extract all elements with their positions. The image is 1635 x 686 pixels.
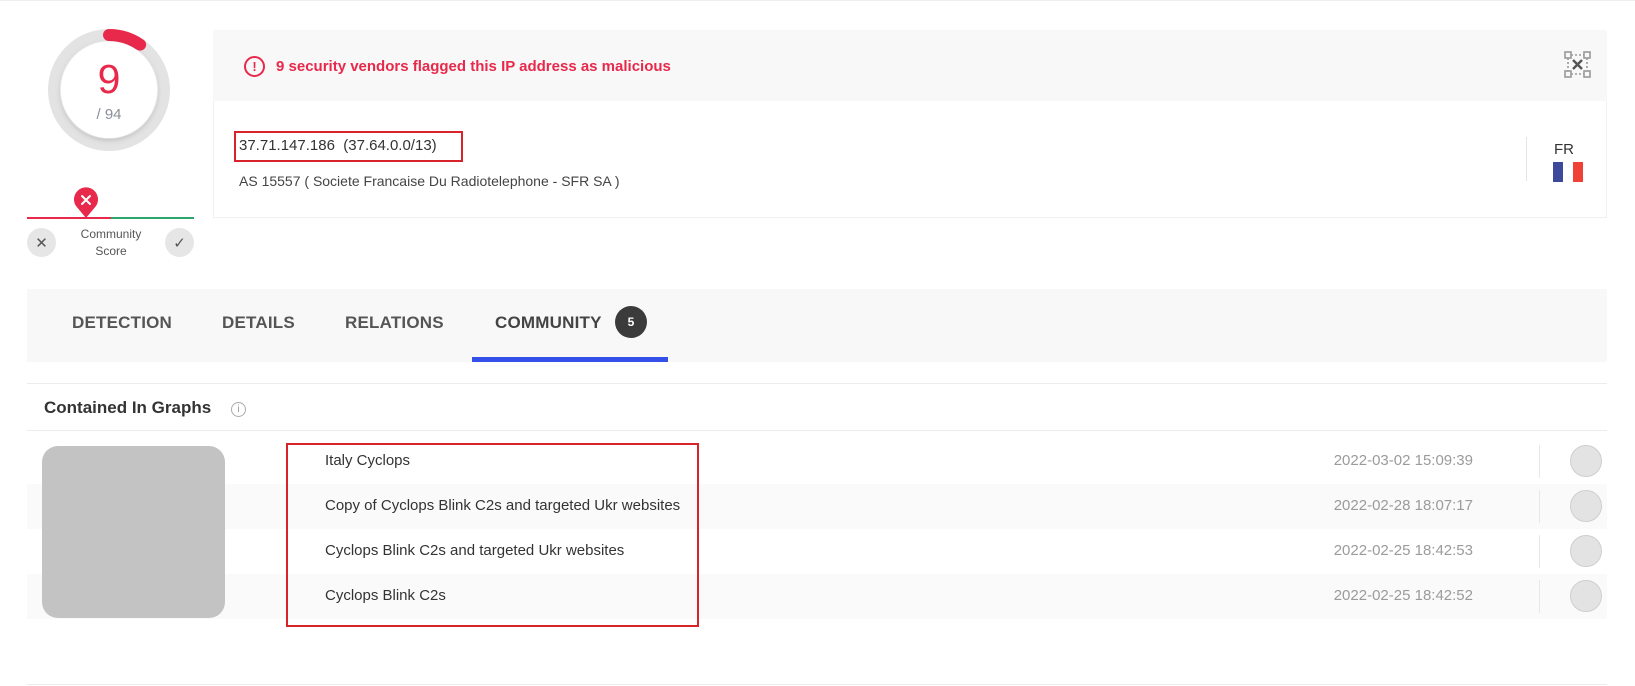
alert-text: 9 security vendors flagged this IP addre… — [276, 58, 671, 75]
ip-address: 37.71.147.186 (37.64.0.0/13) — [239, 137, 437, 154]
graph-explore-icon[interactable] — [1564, 51, 1591, 78]
country-code: FR — [1554, 141, 1574, 158]
community-score-label: Community Score — [80, 227, 142, 258]
graph-avatar-icon[interactable] — [1570, 535, 1602, 567]
section-title: Contained In Graphs — [44, 398, 212, 417]
bottom-rule — [27, 684, 1607, 685]
graph-avatar-icon[interactable] — [1570, 445, 1602, 477]
france-flag-icon — [1553, 162, 1583, 182]
tab-detection[interactable]: DETECTION — [72, 313, 172, 333]
asn-owner: AS 15557 ( Societe Francaise Du Radiotel… — [239, 173, 620, 189]
exclamation-icon: ! — [244, 56, 265, 77]
graph-row[interactable]: Cyclops Blink C2s 2022-02-25 18:42:52 — [27, 574, 1607, 619]
graph-row[interactable]: Cyclops Blink C2s and targeted Ukr websi… — [27, 529, 1607, 574]
tab-relations[interactable]: RELATIONS — [345, 313, 444, 333]
active-tab-indicator — [472, 357, 668, 362]
graph-thumbnail[interactable] — [42, 446, 225, 618]
graph-date: 2022-02-25 18:42:53 — [1333, 542, 1473, 559]
graph-avatar-icon[interactable] — [1570, 490, 1602, 522]
vote-harmless-button[interactable]: ✓ — [165, 228, 194, 257]
malicious-count: 9 — [97, 56, 121, 102]
tab-community[interactable]: COMMUNITY — [495, 313, 602, 333]
close-icon: ✕ — [35, 234, 48, 252]
top-divider — [0, 0, 1635, 1]
tab-details[interactable]: DETAILS — [222, 313, 295, 333]
community-score-marker-icon — [74, 187, 98, 218]
check-icon: ✓ — [173, 234, 186, 252]
section-header-rule — [27, 430, 1607, 431]
graph-date: 2022-02-28 18:07:17 — [1333, 497, 1473, 514]
graph-avatar-icon[interactable] — [1570, 580, 1602, 612]
community-score-bar — [27, 217, 194, 219]
section-top-rule — [27, 383, 1607, 384]
graph-date: 2022-03-02 15:09:39 — [1333, 452, 1473, 469]
vote-harmful-button[interactable]: ✕ — [27, 228, 56, 257]
total-vendors: / 94 — [96, 106, 122, 123]
detection-score-ring: 9 / 94 — [47, 28, 171, 152]
community-count-badge: 5 — [615, 306, 647, 338]
info-icon[interactable]: i — [231, 402, 246, 417]
graph-row[interactable]: Copy of Cyclops Blink C2s and targeted U… — [27, 484, 1607, 529]
graph-row[interactable]: Italy Cyclops 2022-03-02 15:09:39 — [27, 439, 1607, 484]
graph-date: 2022-02-25 18:42:52 — [1333, 587, 1473, 604]
country-divider — [1526, 137, 1527, 181]
graph-names-highlight-box — [286, 443, 699, 627]
